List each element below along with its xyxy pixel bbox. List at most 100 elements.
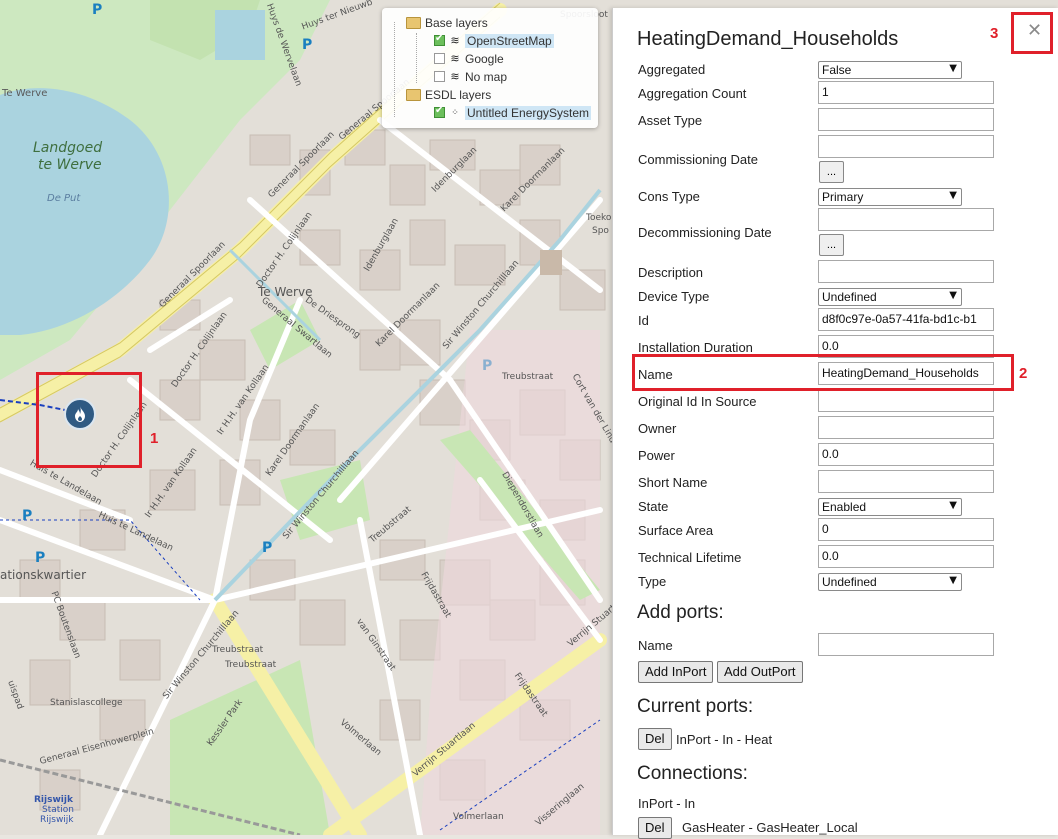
layer-checkbox[interactable] <box>434 71 445 82</box>
field-label: Type <box>638 574 667 589</box>
connection-item: GasHeater - GasHeater_Local <box>682 820 858 835</box>
owner-input[interactable] <box>818 416 994 439</box>
layer-option-google[interactable]: ≋ Google <box>434 50 504 67</box>
field-label: State <box>638 499 669 514</box>
field-label: Technical Lifetime <box>638 550 742 565</box>
map-label: Landgoed <box>33 140 103 156</box>
state-select[interactable]: Enabled ▼ <box>818 498 962 516</box>
network-icon: ⁘ <box>451 107 459 118</box>
map-label: Rijswijk <box>34 795 73 805</box>
parking-icon: P <box>302 37 313 53</box>
delete-port-button[interactable]: Del <box>638 728 672 750</box>
asset-type-input[interactable] <box>818 108 994 131</box>
port-item: InPort - In - Heat <box>676 732 773 747</box>
map-label: De Put <box>47 193 81 204</box>
add-ports-heading: Add ports: <box>637 602 724 623</box>
layers-icon: ≋ <box>450 52 460 65</box>
layer-checkbox[interactable] <box>434 105 445 118</box>
select-value: Enabled <box>822 500 867 514</box>
map-label: Treubstraat <box>225 660 277 670</box>
annotation-label-3: 3 <box>990 25 999 42</box>
map-label: Treubstraat <box>212 645 264 655</box>
connections-heading: Connections: <box>637 763 748 784</box>
map-label: Te Werve <box>2 88 48 99</box>
tree-line <box>394 22 395 117</box>
parking-icon: P <box>92 2 103 18</box>
layer-option-energysystem[interactable]: ⁘ Untitled EnergySystem <box>434 104 592 121</box>
field-label: Aggregation Count <box>638 86 747 101</box>
original-id-input[interactable] <box>818 389 994 412</box>
field-label: Decommissioning Date <box>638 225 772 240</box>
map-label: Toekor <box>586 213 616 223</box>
aggregated-select[interactable]: False ▼ <box>818 61 962 79</box>
annotation-label-2: 2 <box>1019 365 1028 382</box>
map-label: ationskwartier <box>0 568 86 582</box>
type-select[interactable]: Undefined ▼ <box>818 573 962 591</box>
parking-icon: P <box>482 358 493 374</box>
layer-label: OpenStreetMap <box>465 33 554 48</box>
layers-icon: ≋ <box>450 34 460 47</box>
esdl-layers-title: ESDL layers <box>425 87 492 102</box>
field-label: Owner <box>638 421 677 436</box>
field-label: Power <box>638 448 675 463</box>
decommissioning-date-picker-button[interactable]: ... <box>819 234 844 256</box>
field-label: Device Type <box>638 289 710 304</box>
map-label: Volmerlaan <box>453 812 504 822</box>
layer-option-openstreetmap[interactable]: ≋ OpenStreetMap <box>434 32 554 49</box>
chevron-down-icon: ▼ <box>949 190 957 201</box>
cons-type-select[interactable]: Primary ▼ <box>818 188 962 206</box>
parking-icon: P <box>262 540 273 556</box>
map-label: Rijswijk <box>40 815 74 825</box>
field-label: Cons Type <box>638 189 700 204</box>
parking-icon: P <box>22 508 33 524</box>
add-outport-button[interactable]: Add OutPort <box>717 661 803 683</box>
layer-checkbox[interactable] <box>434 53 445 64</box>
annotation-box-1 <box>36 372 142 468</box>
layer-label: No map <box>465 69 508 84</box>
chevron-down-icon: ▼ <box>949 575 957 586</box>
map-label: Stanislascollege <box>50 698 123 708</box>
parking-icon: P <box>35 550 46 566</box>
decommissioning-date-input[interactable] <box>818 208 994 231</box>
field-label: Installation Duration <box>638 340 753 355</box>
field-label: Commissioning Date <box>638 152 758 167</box>
field-label: Original Id In Source <box>638 394 757 409</box>
folder-icon <box>406 88 421 101</box>
technical-lifetime-input[interactable]: 0.0 <box>818 545 994 568</box>
map-label: Spo <box>592 226 609 236</box>
commissioning-date-picker-button[interactable]: ... <box>819 161 844 183</box>
layer-checkbox[interactable] <box>434 33 445 46</box>
map-label: Station <box>42 805 74 815</box>
commissioning-date-input[interactable] <box>818 135 994 158</box>
delete-connection-button[interactable]: Del <box>638 817 672 839</box>
folder-icon <box>406 16 421 29</box>
power-input[interactable]: 0.0 <box>818 443 994 466</box>
layer-control: Base layers ≋ OpenStreetMap ≋ Google ≋ N… <box>382 8 598 128</box>
map-label: te Werve <box>38 157 102 173</box>
base-layers-node[interactable]: Base layers <box>406 14 488 31</box>
connection-port-label: InPort - In <box>638 796 696 811</box>
device-type-select[interactable]: Undefined ▼ <box>818 288 962 306</box>
port-name-input[interactable] <box>818 633 994 656</box>
map-label: Treubstraat <box>502 372 554 382</box>
port-name-label: Name <box>638 638 673 653</box>
chevron-down-icon: ▼ <box>949 290 957 301</box>
field-label: Id <box>638 313 649 328</box>
chevron-down-icon: ▼ <box>949 500 957 511</box>
layer-option-no-map[interactable]: ≋ No map <box>434 68 507 85</box>
add-inport-button[interactable]: Add InPort <box>638 661 714 683</box>
annotation-box-2 <box>632 354 1014 391</box>
aggregation-count-input[interactable]: 1 <box>818 81 994 104</box>
description-input[interactable] <box>818 260 994 283</box>
short-name-input[interactable] <box>818 470 994 493</box>
field-label: Asset Type <box>638 113 703 128</box>
annotation-box-3 <box>1011 12 1053 54</box>
surface-area-input[interactable]: 0 <box>818 518 994 541</box>
select-value: Undefined <box>822 290 877 304</box>
current-ports-heading: Current ports: <box>637 696 754 717</box>
select-value: Primary <box>822 190 864 204</box>
esdl-layers-node[interactable]: ESDL layers <box>406 86 491 103</box>
field-label: Aggregated <box>638 62 706 77</box>
layers-icon: ≋ <box>450 70 460 83</box>
id-input[interactable]: d8f0c97e-0a57-41fa-bd1c-b1 <box>818 308 994 331</box>
